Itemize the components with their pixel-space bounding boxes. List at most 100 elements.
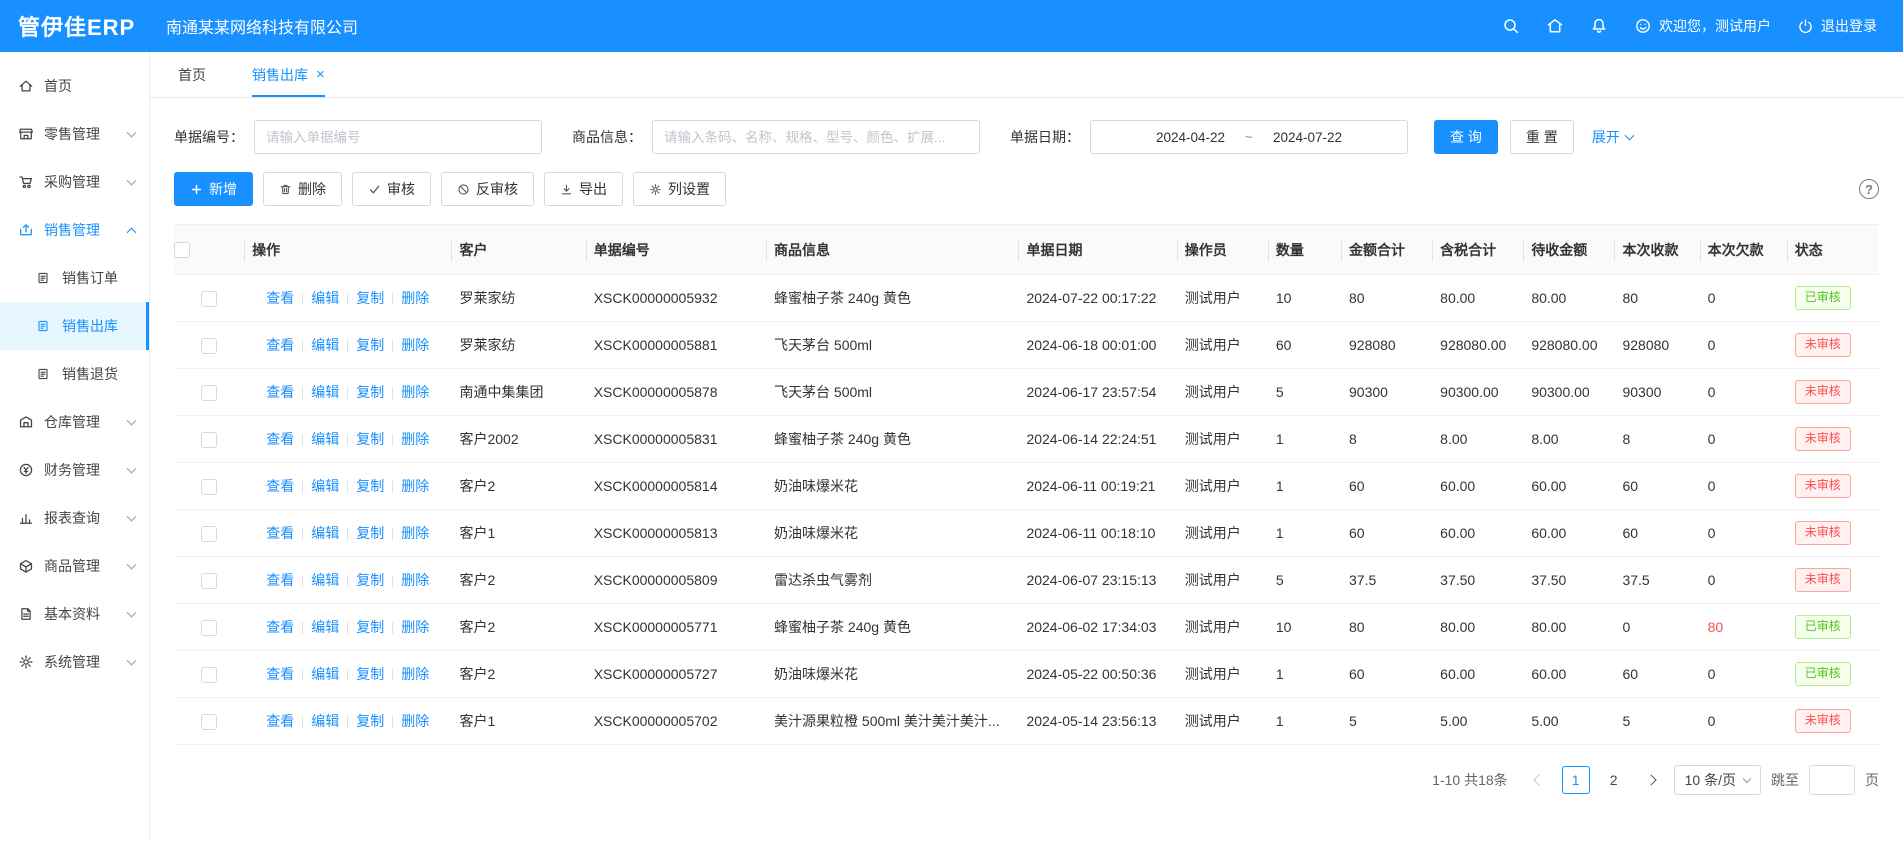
audit-button[interactable]: 审核: [352, 172, 431, 206]
unaudit-button[interactable]: 反审核: [441, 172, 534, 206]
reset-button[interactable]: 重 置: [1510, 120, 1574, 154]
row-checkbox[interactable]: [201, 620, 217, 636]
row-checkbox[interactable]: [201, 385, 217, 401]
page-size-select[interactable]: 10 条/页: [1674, 765, 1761, 795]
page-number-2[interactable]: 2: [1600, 766, 1628, 794]
sidebar-item-warehouse[interactable]: 仓库管理: [0, 398, 149, 446]
add-button[interactable]: 新增: [174, 172, 253, 206]
delete-button[interactable]: 删除: [263, 172, 342, 206]
row-action-edit[interactable]: 编辑: [311, 525, 339, 541]
expand-filters-link[interactable]: 展开: [1592, 127, 1633, 147]
sidebar-item-sales[interactable]: 销售管理: [0, 206, 149, 254]
close-icon[interactable]: ×: [316, 67, 325, 82]
row-checkbox[interactable]: [201, 291, 217, 307]
row-action-copy[interactable]: 复制: [356, 619, 384, 635]
row-action-delete[interactable]: 删除: [401, 666, 429, 682]
logout-button[interactable]: 退出登录: [1797, 16, 1877, 36]
row-action-copy[interactable]: 复制: [356, 478, 384, 494]
row-action-delete[interactable]: 删除: [401, 619, 429, 635]
sidebar-item-home[interactable]: 首页: [0, 62, 149, 110]
date-end-value[interactable]: 2024-07-22: [1273, 130, 1342, 145]
row-action-delete[interactable]: 删除: [401, 478, 429, 494]
row-action-delete[interactable]: 删除: [401, 713, 429, 729]
row-action-copy[interactable]: 复制: [356, 290, 384, 306]
row-action-view[interactable]: 查看: [266, 525, 294, 541]
search-button[interactable]: 查 询: [1434, 120, 1498, 154]
row-action-delete[interactable]: 删除: [401, 525, 429, 541]
sidebar-item-purchase[interactable]: 采购管理: [0, 158, 149, 206]
column-settings-button[interactable]: 列设置: [633, 172, 726, 206]
row-action-edit[interactable]: 编辑: [311, 290, 339, 306]
row-action-copy[interactable]: 复制: [356, 666, 384, 682]
row-action-edit[interactable]: 编辑: [311, 478, 339, 494]
next-page-button[interactable]: [1638, 766, 1664, 794]
sidebar-item-sales-order[interactable]: 销售订单: [0, 254, 149, 302]
sidebar-item-basic-data[interactable]: 基本资料: [0, 590, 149, 638]
row-action-copy[interactable]: 复制: [356, 525, 384, 541]
row-action-view[interactable]: 查看: [266, 431, 294, 447]
row-checkbox[interactable]: [201, 338, 217, 354]
row-action-delete[interactable]: 删除: [401, 337, 429, 353]
date-start-value[interactable]: 2024-04-22: [1156, 130, 1225, 145]
row-checkbox[interactable]: [201, 573, 217, 589]
row-action-view[interactable]: 查看: [266, 290, 294, 306]
row-action-copy[interactable]: 复制: [356, 572, 384, 588]
cell-receivable: 60.00: [1523, 510, 1614, 557]
help-icon[interactable]: ?: [1859, 179, 1879, 199]
sidebar-item-system[interactable]: 系统管理: [0, 638, 149, 686]
page-number-1[interactable]: 1: [1562, 766, 1590, 794]
sidebar-item-sales-return[interactable]: 销售退货: [0, 350, 149, 398]
prev-page-button[interactable]: [1526, 766, 1552, 794]
row-action-copy[interactable]: 复制: [356, 337, 384, 353]
row-checkbox[interactable]: [201, 432, 217, 448]
row-action-view[interactable]: 查看: [266, 713, 294, 729]
row-action-edit[interactable]: 编辑: [311, 337, 339, 353]
sidebar-item-retail[interactable]: 零售管理: [0, 110, 149, 158]
action-separator: [392, 669, 393, 681]
row-action-edit[interactable]: 编辑: [311, 619, 339, 635]
row-action-edit[interactable]: 编辑: [311, 572, 339, 588]
row-action-copy[interactable]: 复制: [356, 713, 384, 729]
filter-date: 单据日期： 2024-04-22 ~ 2024-07-22: [1010, 120, 1408, 154]
row-action-edit[interactable]: 编辑: [311, 666, 339, 682]
sidebar-item-finance[interactable]: 财务管理: [0, 446, 149, 494]
user-welcome[interactable]: 欢迎您，测试用户: [1634, 16, 1771, 36]
row-action-copy[interactable]: 复制: [356, 431, 384, 447]
select-all-checkbox[interactable]: [174, 242, 190, 258]
row-action-delete[interactable]: 删除: [401, 431, 429, 447]
home-nav-icon[interactable]: [1546, 17, 1564, 35]
bell-icon[interactable]: [1590, 17, 1608, 35]
row-action-view[interactable]: 查看: [266, 619, 294, 635]
row-action-edit[interactable]: 编辑: [311, 431, 339, 447]
date-range-picker[interactable]: 2024-04-22 ~ 2024-07-22: [1090, 120, 1408, 154]
shop-icon: [18, 126, 35, 143]
row-checkbox[interactable]: [201, 526, 217, 542]
row-action-edit[interactable]: 编辑: [311, 713, 339, 729]
search-icon[interactable]: [1502, 17, 1520, 35]
row-action-view[interactable]: 查看: [266, 337, 294, 353]
sidebar-item-reports[interactable]: 报表查询: [0, 494, 149, 542]
row-action-view[interactable]: 查看: [266, 572, 294, 588]
jump-page-input[interactable]: [1809, 765, 1855, 795]
row-action-delete[interactable]: 删除: [401, 290, 429, 306]
sidebar-item-products[interactable]: 商品管理: [0, 542, 149, 590]
row-checkbox[interactable]: [201, 479, 217, 495]
row-action-delete[interactable]: 删除: [401, 572, 429, 588]
row-action-delete[interactable]: 删除: [401, 384, 429, 400]
document-icon: [36, 270, 53, 287]
product-input[interactable]: [652, 120, 980, 154]
row-action-view[interactable]: 查看: [266, 666, 294, 682]
row-action-edit[interactable]: 编辑: [311, 384, 339, 400]
tab-home[interactable]: 首页: [178, 52, 206, 97]
bill-no-input[interactable]: [254, 120, 542, 154]
row-checkbox[interactable]: [201, 667, 217, 683]
chevron-down-icon: [127, 463, 137, 473]
row-action-copy[interactable]: 复制: [356, 384, 384, 400]
action-separator: [347, 387, 348, 399]
row-checkbox[interactable]: [201, 714, 217, 730]
tab-sales-outbound[interactable]: 销售出库 ×: [252, 52, 325, 97]
row-action-view[interactable]: 查看: [266, 384, 294, 400]
sidebar-item-sales-outbound[interactable]: 销售出库: [0, 302, 149, 350]
export-button[interactable]: 导出: [544, 172, 623, 206]
row-action-view[interactable]: 查看: [266, 478, 294, 494]
